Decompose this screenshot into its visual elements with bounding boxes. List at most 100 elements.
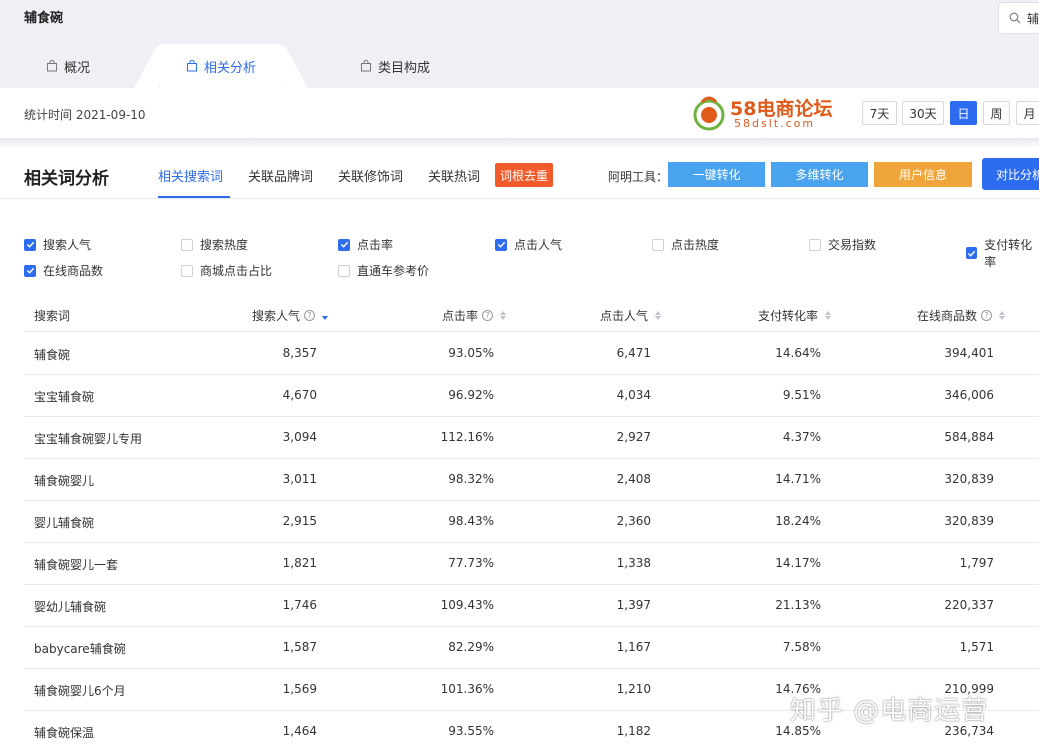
bag-icon — [186, 60, 197, 72]
cell-pay-conversion: 14.17% — [775, 556, 821, 570]
cell-keyword: 宝宝辅食碗婴儿专用 — [34, 432, 143, 446]
tab-overview[interactable]: 概况 — [46, 44, 90, 88]
cell-click-popularity: 1,167 — [616, 640, 651, 654]
tab-related-analysis[interactable]: 相关分析 — [160, 44, 282, 88]
sort-icon[interactable] — [500, 311, 507, 320]
logo-sub: 58dslt.com — [734, 117, 816, 130]
column-header-online-items[interactable]: 在线商品数? — [917, 307, 1006, 324]
checkbox-online-items[interactable]: 在线商品数 — [24, 262, 103, 279]
subtab-hot-words[interactable]: 关联热词 — [428, 166, 480, 185]
checkbox-search-heat[interactable]: 搜索热度 — [181, 236, 248, 253]
column-header-conversion-rate[interactable]: 支付转化率 — [758, 307, 832, 324]
table-row[interactable]: 辅食碗 8,357 93.05% 6,471 14.64% 394,401 — [24, 333, 1039, 375]
column-header-click-popularity[interactable]: 点击人气 — [600, 307, 662, 324]
cell-keyword: 辅食碗婴儿 — [34, 474, 95, 488]
dedupe-root-button[interactable]: 词根去重 — [495, 163, 553, 187]
user-info-button[interactable]: 用户信息 — [874, 162, 972, 187]
cell-search-popularity: 1,821 — [282, 556, 317, 570]
checkbox-checked-icon — [338, 238, 350, 251]
cell-keyword: 婴幼儿辅食碗 — [34, 600, 107, 614]
column-header-ctr[interactable]: 点击率? — [442, 307, 507, 324]
sort-icon[interactable] — [322, 311, 329, 320]
column-header-search-popularity[interactable]: 搜索人气? — [252, 307, 329, 324]
cell-online-items: 220,337 — [944, 598, 994, 612]
checkbox-click-heat[interactable]: 点击热度 — [652, 236, 719, 253]
table-header: 搜索词 搜索人气? 点击率? 点击人气 支付转化率 在线商品数? — [24, 298, 1039, 332]
cell-keyword: 辅食碗婴儿一套 — [34, 558, 119, 572]
stat-time: 统计时间 2021-09-10 — [24, 108, 146, 122]
tab-bar: 概况 相关分析 类目构成 — [0, 44, 1039, 88]
column-header-keyword[interactable]: 搜索词 — [34, 307, 70, 324]
cell-online-items: 320,839 — [944, 514, 994, 528]
table-row[interactable]: 婴幼儿辅食碗 1,746 109.43% 1,397 21.13% 220,337 — [24, 585, 1039, 627]
table-row[interactable]: 辅食碗婴儿一套 1,821 77.73% 1,338 14.17% 1,797 — [24, 543, 1039, 585]
column-header-label: 搜索词 — [34, 309, 71, 323]
sort-icon[interactable] — [825, 311, 832, 320]
subtab-brand-words[interactable]: 关联品牌词 — [248, 166, 313, 185]
cell-search-popularity: 1,587 — [282, 640, 317, 654]
table-row[interactable]: 宝宝辅食碗 4,670 96.92% 4,034 9.51% 346,006 — [24, 375, 1039, 417]
checkbox-label: 支付转化率 — [984, 238, 1033, 269]
cell-click-popularity: 2,927 — [616, 430, 651, 444]
checkbox-label: 搜索人气 — [43, 238, 92, 252]
cell-search-popularity: 2,915 — [282, 514, 317, 528]
checkbox-mall-click-share[interactable]: 商城点击占比 — [181, 262, 272, 279]
range-day-button[interactable]: 日 — [950, 101, 977, 125]
one-click-convert-button[interactable]: 一键转化 — [668, 162, 765, 187]
help-icon[interactable]: ? — [981, 310, 993, 321]
cell-click-rate: 112.16% — [440, 430, 494, 444]
table-row[interactable]: 婴儿辅食碗 2,915 98.43% 2,360 18.24% 320,839 — [24, 501, 1039, 543]
cell-keyword: 婴儿辅食碗 — [34, 516, 95, 530]
range-7-days-button[interactable]: 7天 — [862, 101, 897, 125]
cell-search-popularity: 4,670 — [282, 388, 317, 402]
checkbox-click-popularity[interactable]: 点击人气 — [495, 236, 562, 253]
checkbox-empty-icon — [181, 264, 193, 277]
checkbox-trade-index[interactable]: 交易指数 — [809, 236, 876, 253]
cell-online-items: 320,839 — [944, 472, 994, 486]
sort-icon[interactable] — [999, 311, 1006, 320]
checkbox-click-rate[interactable]: 点击率 — [338, 236, 393, 253]
cell-click-rate: 109.43% — [440, 598, 494, 612]
checkbox-label: 交易指数 — [828, 238, 877, 252]
table-row[interactable]: 辅食碗婴儿 3,011 98.32% 2,408 14.71% 320,839 — [24, 459, 1039, 501]
table-row[interactable]: 宝宝辅食碗婴儿专用 3,094 112.16% 2,927 4.37% 584,884 — [24, 417, 1039, 459]
cell-search-popularity: 3,011 — [282, 472, 317, 486]
cell-click-popularity: 4,034 — [616, 388, 651, 402]
page-title: 辅食碗 — [24, 11, 64, 26]
cell-click-popularity: 2,408 — [616, 472, 651, 486]
tab-category[interactable]: 类目构成 — [360, 44, 430, 88]
subtab-modifier-words[interactable]: 关联修饰词 — [338, 166, 403, 185]
checkbox-pay-conversion[interactable]: 支付转化率 — [966, 236, 1039, 270]
help-icon[interactable]: ? — [304, 310, 316, 321]
checkbox-label: 点击率 — [357, 238, 394, 252]
column-header-label: 点击率 — [442, 309, 479, 323]
table-row[interactable]: babycare辅食碗 1,587 82.29% 1,167 7.58% 1,571 — [24, 627, 1039, 669]
search-icon — [1009, 12, 1021, 24]
cell-pay-conversion: 9.51% — [782, 388, 821, 402]
tab-related-analysis-label: 相关分析 — [203, 60, 256, 76]
stat-bar: 统计时间 2021-09-10 58电商论坛 58dslt.com 7天 30天… — [0, 88, 1039, 138]
sort-icon[interactable] — [655, 311, 662, 320]
section-divider — [0, 198, 1039, 199]
multi-convert-button[interactable]: 多维转化 — [771, 162, 868, 187]
page: 辅食碗 辅 概况 相关分析 类目构成 统计时间 2021-09-10 58电商论… — [0, 0, 1039, 750]
search-input[interactable]: 辅 — [998, 2, 1039, 34]
cell-click-rate: 98.32% — [448, 472, 494, 486]
checkbox-checked-icon — [24, 264, 36, 277]
bag-icon — [361, 60, 371, 72]
subtab-related-search[interactable]: 相关搜索词 — [158, 166, 223, 185]
cell-keyword: babycare辅食碗 — [34, 642, 126, 656]
range-30-days-button[interactable]: 30天 — [902, 101, 944, 125]
range-week-button[interactable]: 周 — [983, 101, 1010, 125]
cell-online-items: 346,006 — [944, 388, 994, 402]
help-icon[interactable]: ? — [482, 310, 494, 321]
range-month-button[interactable]: 月 — [1016, 101, 1039, 125]
tab-overview-label: 概况 — [64, 60, 91, 76]
checkbox-through-train-price[interactable]: 直通车参考价 — [338, 262, 429, 279]
compare-analysis-button[interactable]: 对比分析 — [982, 158, 1039, 190]
checkbox-label: 搜索热度 — [200, 238, 249, 252]
checkbox-search-popularity[interactable]: 搜索人气 — [24, 236, 91, 253]
cell-pay-conversion: 18.24% — [775, 514, 821, 528]
cell-search-popularity: 8,357 — [282, 346, 317, 360]
checkbox-label: 直通车参考价 — [357, 264, 430, 278]
